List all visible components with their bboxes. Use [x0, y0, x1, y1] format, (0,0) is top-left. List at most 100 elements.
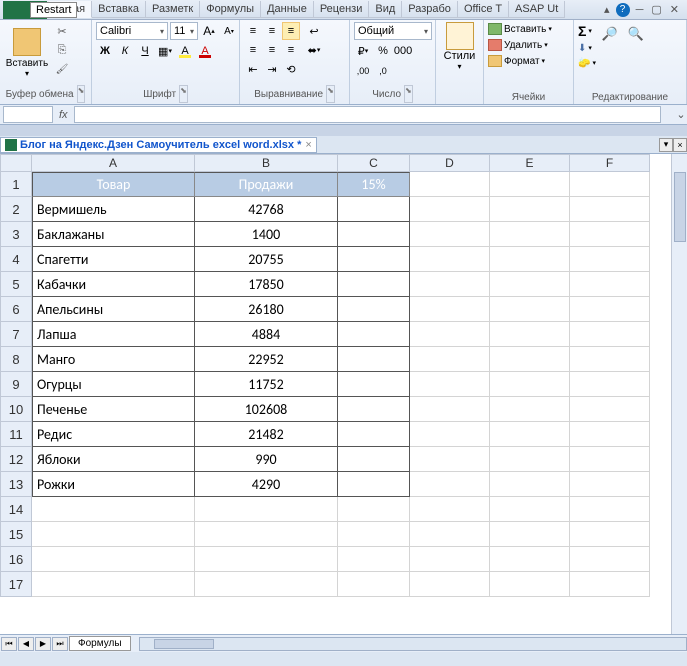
cell[interactable]: [570, 572, 650, 597]
row-header[interactable]: 6: [0, 297, 32, 322]
tab-insert[interactable]: Вставка: [92, 1, 146, 18]
cell[interactable]: 102608: [195, 397, 338, 422]
cell[interactable]: [410, 172, 490, 197]
find-select-button[interactable]: 🔍: [624, 22, 648, 46]
expand-formula-bar[interactable]: ⌄: [675, 108, 687, 121]
row-header[interactable]: 4: [0, 247, 32, 272]
cell[interactable]: [570, 422, 650, 447]
cell[interactable]: [490, 322, 570, 347]
font-name-combo[interactable]: Calibri▾: [96, 22, 168, 40]
cell[interactable]: Апельсины: [32, 297, 195, 322]
cell[interactable]: [338, 447, 410, 472]
italic-button[interactable]: К: [116, 42, 134, 60]
cell[interactable]: [570, 447, 650, 472]
cell[interactable]: 1400: [195, 222, 338, 247]
cell[interactable]: Продажи: [195, 172, 338, 197]
tab-data[interactable]: Данные: [261, 1, 314, 18]
cell[interactable]: [32, 572, 195, 597]
cell[interactable]: [338, 272, 410, 297]
row-header[interactable]: 15: [0, 522, 32, 547]
cell[interactable]: [338, 547, 410, 572]
align-dialog-icon[interactable]: ⬊: [326, 85, 335, 103]
align-left-button[interactable]: ≡: [244, 41, 262, 59]
cell[interactable]: [570, 522, 650, 547]
cell[interactable]: 26180: [195, 297, 338, 322]
cut-button[interactable]: [52, 22, 72, 40]
cell[interactable]: [338, 222, 410, 247]
clipboard-dialog-icon[interactable]: ⬊: [77, 85, 86, 103]
tab-review[interactable]: Рецензи: [314, 1, 370, 18]
cell[interactable]: [490, 347, 570, 372]
cell[interactable]: [338, 522, 410, 547]
cell[interactable]: [570, 497, 650, 522]
row-header[interactable]: 7: [0, 322, 32, 347]
decrease-decimal-button[interactable]: ,0: [374, 62, 392, 80]
column-header[interactable]: F: [570, 154, 650, 172]
cell[interactable]: [570, 247, 650, 272]
document-tab[interactable]: Блог на Яндекс.Дзен Самоучитель excel wo…: [0, 137, 317, 153]
fill-color-button[interactable]: A: [176, 42, 194, 60]
cell[interactable]: [490, 472, 570, 497]
cell[interactable]: [490, 247, 570, 272]
cell[interactable]: [195, 522, 338, 547]
cell[interactable]: [32, 547, 195, 572]
cell[interactable]: 17850: [195, 272, 338, 297]
cell[interactable]: [490, 297, 570, 322]
cell[interactable]: [410, 522, 490, 547]
cell[interactable]: [338, 247, 410, 272]
cell[interactable]: [490, 197, 570, 222]
cell[interactable]: [490, 522, 570, 547]
close-icon[interactable]: ✕: [668, 3, 681, 16]
cell[interactable]: [570, 372, 650, 397]
cell[interactable]: 4884: [195, 322, 338, 347]
cell[interactable]: Рожки: [32, 472, 195, 497]
number-format-combo[interactable]: Общий▾: [354, 22, 432, 40]
sort-filter-button[interactable]: 🔎: [598, 22, 622, 46]
row-header[interactable]: 16: [0, 547, 32, 572]
next-sheet-button[interactable]: ▶: [35, 637, 51, 651]
row-header[interactable]: 9: [0, 372, 32, 397]
cell[interactable]: [195, 572, 338, 597]
format-painter-button[interactable]: [52, 60, 72, 78]
cell[interactable]: [570, 222, 650, 247]
minimize-icon[interactable]: ─: [634, 4, 646, 16]
prev-sheet-button[interactable]: ◀: [18, 637, 34, 651]
cell[interactable]: Баклажаны: [32, 222, 195, 247]
cell[interactable]: [338, 422, 410, 447]
column-header[interactable]: A: [32, 154, 195, 172]
cell[interactable]: [490, 172, 570, 197]
cell[interactable]: [410, 547, 490, 572]
cell[interactable]: Манго: [32, 347, 195, 372]
cell[interactable]: Спагетти: [32, 247, 195, 272]
cell[interactable]: [490, 422, 570, 447]
format-cells-button[interactable]: Формат ▾: [488, 54, 545, 68]
cell[interactable]: [490, 572, 570, 597]
column-header[interactable]: B: [195, 154, 338, 172]
cell[interactable]: [410, 197, 490, 222]
cell[interactable]: Лапша: [32, 322, 195, 347]
tab-formulas[interactable]: Формулы: [200, 1, 261, 18]
row-header[interactable]: 1: [0, 172, 32, 197]
minimize-ribbon-icon[interactable]: ▴: [602, 3, 612, 16]
tab-view[interactable]: Вид: [369, 1, 402, 18]
cell[interactable]: [490, 372, 570, 397]
cell[interactable]: [338, 497, 410, 522]
align-middle-button[interactable]: ≡: [263, 22, 281, 40]
cell[interactable]: [570, 472, 650, 497]
cell[interactable]: Редис: [32, 422, 195, 447]
font-size-combo[interactable]: 11▾: [170, 22, 198, 40]
align-top-button[interactable]: ≡: [244, 22, 262, 40]
fill-button[interactable]: ▾: [578, 41, 596, 55]
restart-button[interactable]: Restart: [30, 2, 77, 18]
doc-close-icon[interactable]: ×: [673, 138, 687, 152]
first-sheet-button[interactable]: ⏮: [1, 637, 17, 651]
autosum-button[interactable]: Σ▾: [578, 22, 596, 40]
cell[interactable]: [410, 272, 490, 297]
vertical-scroll-thumb[interactable]: [674, 172, 686, 242]
row-header[interactable]: 14: [0, 497, 32, 522]
sheet-tab[interactable]: Формулы: [69, 636, 131, 651]
cell[interactable]: [410, 472, 490, 497]
cell[interactable]: [338, 397, 410, 422]
grow-font-button[interactable]: A▴: [200, 22, 218, 40]
insert-cells-button[interactable]: Вставить ▾: [488, 22, 552, 36]
